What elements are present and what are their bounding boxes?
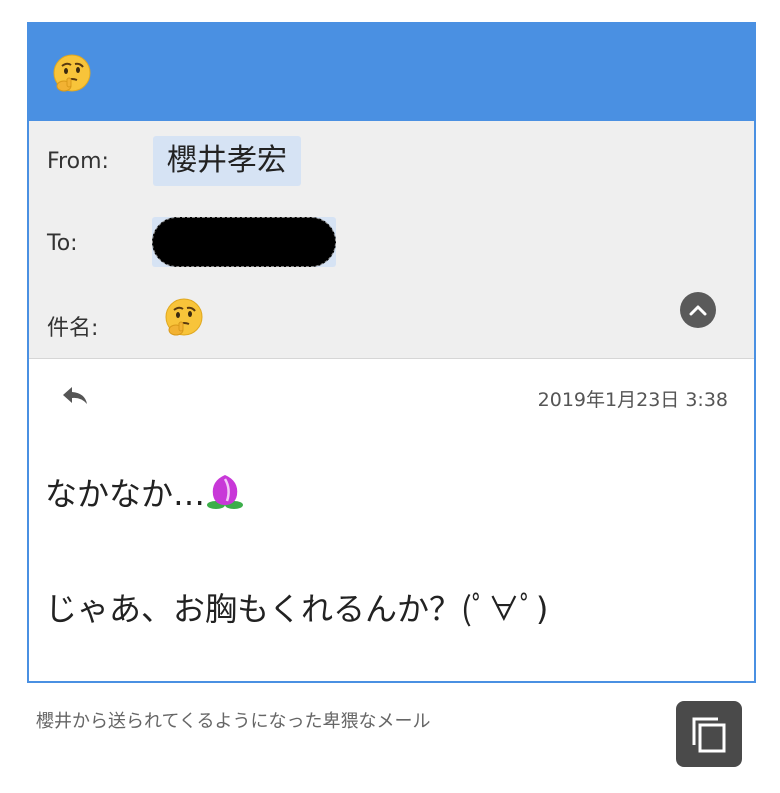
message-meta: From: 櫻井孝宏 To: 件名: [29, 121, 754, 359]
collapse-button[interactable] [680, 292, 716, 328]
message-body: 2019年1月23日 3:38 なかなか… じゃあ、お胸もくれるんか？(ﾟ∀ﾟ) [29, 359, 754, 681]
subject-label: 件名: [47, 316, 99, 341]
chevron-up-icon [689, 305, 707, 316]
from-label: From: [47, 149, 109, 174]
redaction-mark [152, 217, 336, 267]
copy-icon [692, 717, 726, 753]
reply-icon [63, 387, 87, 404]
subject-thinking-face-icon [163, 296, 205, 338]
thinking-face-icon [51, 52, 93, 94]
email-card: From: 櫻井孝宏 To: 件名: 2019年1月23日 3:38 なかなか…… [27, 22, 756, 683]
image-caption: 櫻井から送られてくるようになった卑猥なメール [36, 711, 431, 732]
copy-button[interactable] [676, 701, 742, 767]
message-text-1: なかなか… [45, 475, 206, 513]
to-label: To: [47, 231, 78, 256]
message-timestamp: 2019年1月23日 3:38 [537, 389, 728, 411]
header-bar [29, 24, 754, 121]
peach-icon [207, 475, 244, 509]
sender-chip[interactable]: 櫻井孝宏 [153, 136, 301, 186]
message-line-2: じゃあ、お胸もくれるんか？(ﾟ∀ﾟ) [45, 590, 549, 628]
recipient-chip[interactable] [152, 217, 336, 267]
message-line-1: なかなか… [45, 469, 245, 515]
reply-button[interactable] [59, 381, 93, 411]
